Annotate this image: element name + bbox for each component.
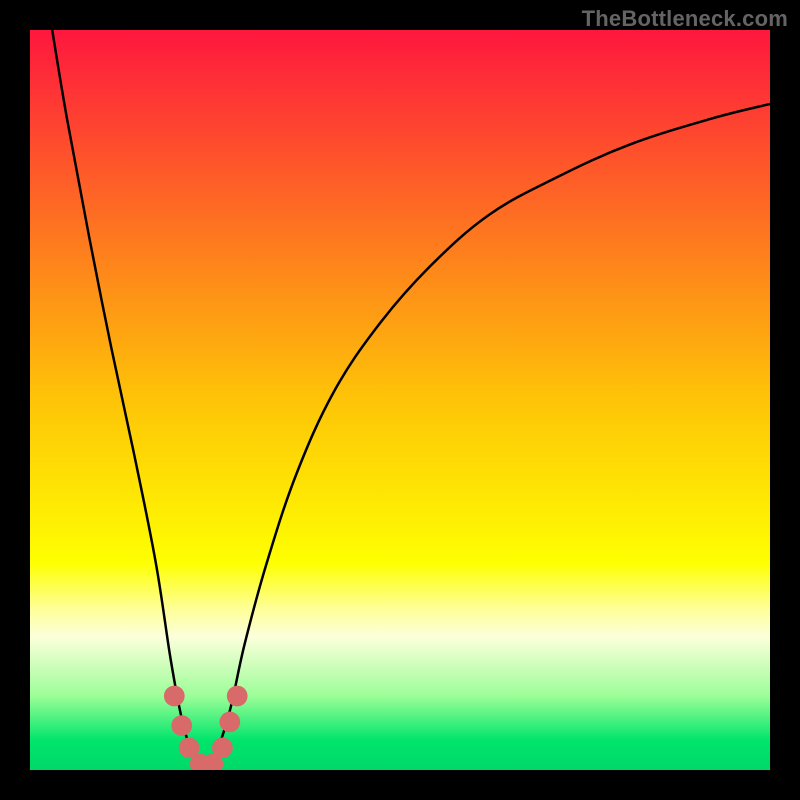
trough-marker <box>164 686 185 707</box>
plot-area <box>30 30 770 770</box>
trough-marker <box>227 686 248 707</box>
gradient-background <box>30 30 770 770</box>
trough-marker <box>212 737 233 758</box>
chart-svg <box>30 30 770 770</box>
trough-marker <box>219 712 240 733</box>
watermark-text: TheBottleneck.com <box>582 6 788 32</box>
trough-marker <box>171 715 192 736</box>
chart-frame: TheBottleneck.com <box>0 0 800 800</box>
